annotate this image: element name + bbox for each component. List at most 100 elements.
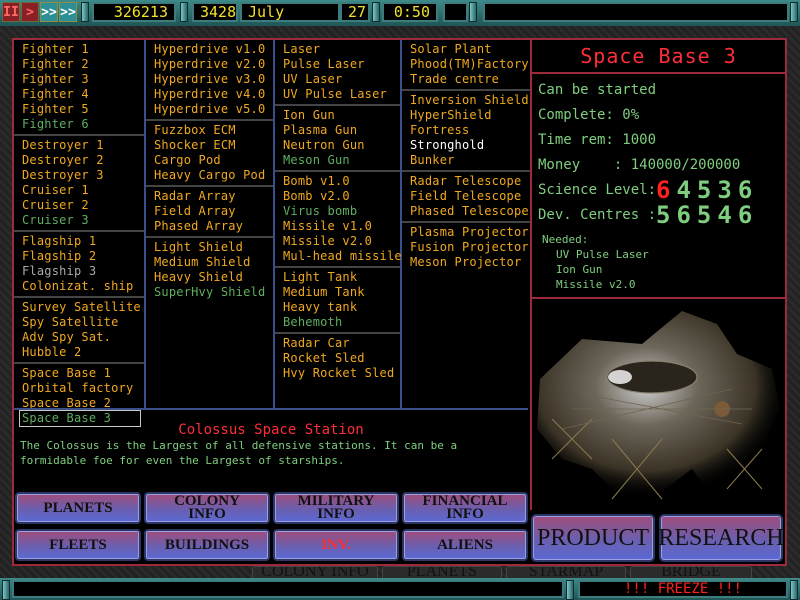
research-item[interactable]: Neutron Gun (283, 138, 400, 153)
research-item[interactable]: Destroyer 2 (22, 153, 144, 168)
research-item[interactable]: Hubble 2 (22, 345, 144, 360)
research-item[interactable]: Shocker ECM (154, 138, 273, 153)
research-item[interactable]: Spy Satellite (22, 315, 144, 330)
research-item[interactable]: Cruiser 1 (22, 183, 144, 198)
research-item[interactable]: Laser (283, 42, 400, 57)
research-item[interactable]: Fighter 6 (22, 117, 144, 132)
research-item[interactable]: Cruiser 2 (22, 198, 144, 213)
research-item[interactable]: Fuzzbox ECM (154, 123, 273, 138)
research-item[interactable]: Ion Gun (283, 108, 400, 123)
buildings-button[interactable]: BUILDINGS (144, 529, 270, 561)
research-item[interactable]: Mul-head missile (283, 249, 402, 264)
research-item[interactable]: Inversion Shield (410, 93, 530, 108)
status-text: Can be started (538, 82, 657, 98)
research-item[interactable]: Colonizat. ship (22, 279, 144, 294)
research-item[interactable]: Plasma Gun (283, 123, 400, 138)
research-item[interactable]: Flagship 3 (22, 264, 144, 279)
complete-row: Complete: 0% (532, 103, 785, 128)
research-item[interactable]: Orbital factory (22, 381, 144, 396)
research-item[interactable]: Missile v2.0 (283, 234, 400, 249)
research-item[interactable]: UV Pulse Laser (283, 87, 400, 102)
play-button[interactable]: > (21, 2, 39, 22)
research-item[interactable]: Radar Array (154, 189, 273, 204)
research-item[interactable]: SuperHvy Shield (154, 285, 273, 300)
research-item[interactable]: Hyperdrive v3.0 (154, 72, 273, 87)
research-item[interactable]: Rocket Sled (283, 351, 400, 366)
inventions-button[interactable]: INV. (273, 529, 399, 561)
research-item[interactable]: Heavy Shield (154, 270, 273, 285)
research-item[interactable]: Medium Shield (154, 255, 273, 270)
research-item[interactable]: Phased Telescope (410, 204, 530, 219)
research-item[interactable]: Fortress (410, 123, 530, 138)
research-item[interactable]: Meson Gun (283, 153, 400, 168)
research-item[interactable]: Medium Tank (283, 285, 400, 300)
research-item[interactable]: Hyperdrive v5.0 (154, 102, 273, 117)
research-item[interactable]: Solar Plant (410, 42, 530, 57)
research-item[interactable]: Heavy tank (283, 300, 400, 315)
research-item[interactable]: Hyperdrive v2.0 (154, 57, 273, 72)
planets-button[interactable]: PLANETS (15, 492, 141, 524)
fastest-icon: >> (60, 4, 76, 20)
dev-digit: 5 (696, 201, 718, 229)
top-bar: II > >> >> 326213 3428 July 27 0:50 (0, 0, 800, 28)
research-item[interactable]: Fighter 5 (22, 102, 144, 117)
research-item[interactable]: Virus bomb (283, 204, 400, 219)
colony-info-button-label: COLONY INFO (174, 493, 240, 522)
research-item[interactable]: Destroyer 1 (22, 138, 144, 153)
research-group: Destroyer 1 Destroyer 2 Destroyer 3 Cruiser… (14, 136, 144, 232)
research-item[interactable]: Radar Car (283, 336, 400, 351)
colony-info-button[interactable]: COLONY INFO (144, 492, 270, 524)
financial-info-button[interactable]: FINANCIAL INFO (402, 492, 528, 524)
research-button[interactable]: RESEARCH (658, 514, 784, 562)
research-item[interactable]: UV Laser (283, 72, 400, 87)
research-item[interactable]: Space Base 1 (22, 366, 144, 381)
research-item[interactable]: Fighter 4 (22, 87, 144, 102)
research-item[interactable]: Hyperdrive v4.0 (154, 87, 273, 102)
research-item[interactable]: Bomb v1.0 (283, 174, 400, 189)
research-item[interactable]: Light Tank (283, 270, 400, 285)
research-item[interactable]: Hyperdrive v1.0 (154, 42, 273, 57)
research-item[interactable]: Destroyer 3 (22, 168, 144, 183)
research-item[interactable]: Field Array (154, 204, 273, 219)
research-item[interactable]: Flagship 2 (22, 249, 144, 264)
research-item[interactable]: Bunker (410, 153, 530, 168)
research-group: Flagship 1 Flagship 2 Flagship 3 Colonizat.… (14, 232, 144, 298)
research-item[interactable]: Heavy Cargo Pod (154, 168, 273, 183)
research-item[interactable]: Missile v1.0 (283, 219, 400, 234)
research-item[interactable]: HyperShield (410, 108, 530, 123)
research-item[interactable]: Flagship 1 (22, 234, 144, 249)
fast-forward-button[interactable]: >> (40, 2, 58, 22)
research-item[interactable]: Radar Telescope (410, 174, 530, 189)
research-item[interactable]: Pulse Laser (283, 57, 400, 72)
research-item[interactable]: Cargo Pod (154, 153, 273, 168)
research-item[interactable]: Plasma Projector (410, 225, 530, 240)
fastest-button[interactable]: >> (59, 2, 77, 22)
fleets-button[interactable]: FLEETS (15, 529, 141, 561)
research-item[interactable]: Survey Satellite (22, 300, 144, 315)
research-item[interactable]: Meson Projector (410, 255, 530, 270)
research-item[interactable]: Cruiser 3 (22, 213, 144, 228)
pause-button[interactable]: II (2, 2, 20, 22)
description-title: Colossus Space Station (178, 422, 364, 438)
fast-forward-icon: >> (41, 4, 57, 20)
research-item[interactable]: Fighter 1 (22, 42, 144, 57)
research-item[interactable]: Adv Spy Sat. (22, 330, 144, 345)
research-item[interactable]: Phood(TM)Factory (410, 57, 530, 72)
research-group: Hyperdrive v1.0 Hyperdrive v2.0 Hyperdrive… (146, 40, 273, 121)
research-item[interactable]: Fighter 3 (22, 72, 144, 87)
research-item[interactable]: Light Shield (154, 240, 273, 255)
product-button[interactable]: PRODUCT (531, 514, 655, 562)
research-item[interactable]: Fighter 2 (22, 57, 144, 72)
aliens-button[interactable]: ALIENS (402, 529, 528, 561)
research-item[interactable]: Field Telescope (410, 189, 530, 204)
military-info-button[interactable]: MILITARY INFO (273, 492, 399, 524)
research-item[interactable]: Behemoth (283, 315, 400, 330)
research-item[interactable]: Phased Array (154, 219, 273, 234)
research-item[interactable]: Stronghold (410, 138, 530, 153)
dev-digit: 5 (656, 201, 677, 229)
research-item[interactable]: Bomb v2.0 (283, 189, 400, 204)
research-item[interactable]: Trade centre (410, 72, 530, 87)
science-level-digits: 64536 (656, 178, 758, 203)
research-item[interactable]: Fusion Projector (410, 240, 530, 255)
research-item[interactable]: Hvy Rocket Sled (283, 366, 400, 381)
